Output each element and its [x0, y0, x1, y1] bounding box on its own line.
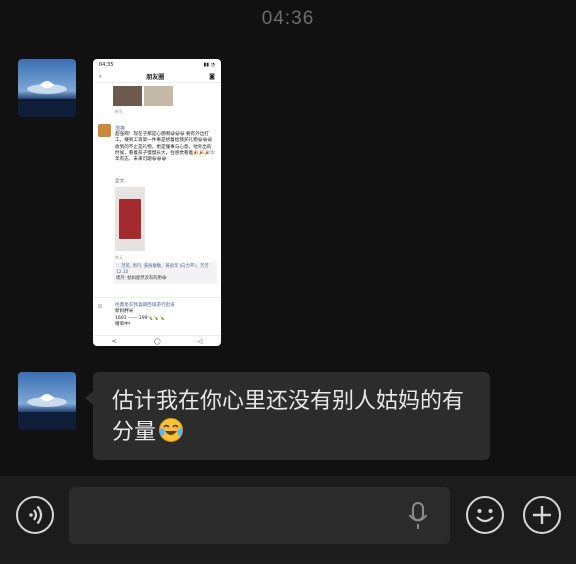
screenshot-time: 昨天 [115, 255, 123, 260]
voice-button[interactable] [16, 496, 54, 534]
text-message-bubble[interactable]: 估计我在你心里还没有别人姑妈的有分量 [85, 372, 490, 460]
voice-wave-icon [29, 505, 43, 525]
chat-input-bar [0, 476, 576, 564]
plus-icon [533, 506, 551, 524]
screenshot-likes-box: ♡ 范英, 周丹, 姜丽敏敏，黄丽华 (向力平)，芳芳12.10 周丹: 姑妈屋… [113, 262, 217, 284]
screenshot-bottom-nav: < ◯ ◁ [93, 335, 221, 346]
screenshot-page-title: 朋友圈 [146, 74, 165, 81]
screenshot-next-line: 赠单中! [115, 321, 131, 327]
screenshot-nav-icon: ◁ [197, 337, 203, 345]
screenshot-status-bar: 04:35 ▮▮ ◔ [93, 59, 221, 71]
shared-moments-screenshot[interactable]: 04:35 ▮▮ ◔ ‹ 朋友圈 ◙ 昨天 范英 超强啊！现在子那是心肠啊😀😀😀… [93, 59, 221, 346]
smiley-icon [476, 509, 494, 523]
message-timestamp: 04:36 [261, 8, 315, 29]
screenshot-nav-bar: ‹ 朋友圈 ◙ [93, 71, 221, 83]
laughing-crying-emoji-icon [158, 417, 184, 452]
emoji-button[interactable] [466, 496, 504, 534]
contact-avatar[interactable] [18, 372, 76, 430]
screenshot-nav-icon: ◯ [153, 337, 161, 345]
screenshot-time: 昨天 [115, 109, 123, 114]
microphone-icon[interactable] [407, 501, 429, 531]
message-input[interactable] [69, 487, 450, 544]
screenshot-nav-icon: < [111, 337, 117, 345]
screenshot-status-icons: ▮▮ ◔ [203, 62, 215, 68]
screenshot-comment-text: 周丹: 姑妈屋然没有的用😂 [116, 276, 167, 281]
screenshot-back-icon: ‹ [99, 73, 102, 80]
screenshot-more-link: 全文 [115, 179, 125, 184]
screenshot-gift-photo [115, 187, 145, 251]
screenshot-post-text: 超强啊！现在子那是心肠啊😀😀😀 要有外出打工，赚到工资第一件事是想着给我买礼物😀… [115, 132, 215, 163]
screenshot-divider [93, 297, 221, 298]
screenshot-camera-icon: ◙ [209, 73, 215, 80]
screenshot-author-avatar [98, 124, 111, 137]
more-options-button[interactable] [523, 496, 561, 534]
contact-avatar[interactable] [18, 59, 76, 117]
screenshot-author-name: 范英 [115, 126, 126, 132]
screenshot-likes-text: ♡ 范英, 周丹, 姜丽敏敏，黄丽华 (向力平)，芳芳12.10 [116, 264, 209, 275]
screenshot-status-time: 04:35 [99, 62, 114, 68]
screenshot-photo-row [113, 86, 173, 106]
screenshot-next-post: 经典星农我喜期西域游行街道 新妈胖米 1691 —— 199🍾🍾🍾 赠单中! [115, 303, 215, 328]
screenshot-next-avatar: ▯▯ [98, 303, 103, 308]
